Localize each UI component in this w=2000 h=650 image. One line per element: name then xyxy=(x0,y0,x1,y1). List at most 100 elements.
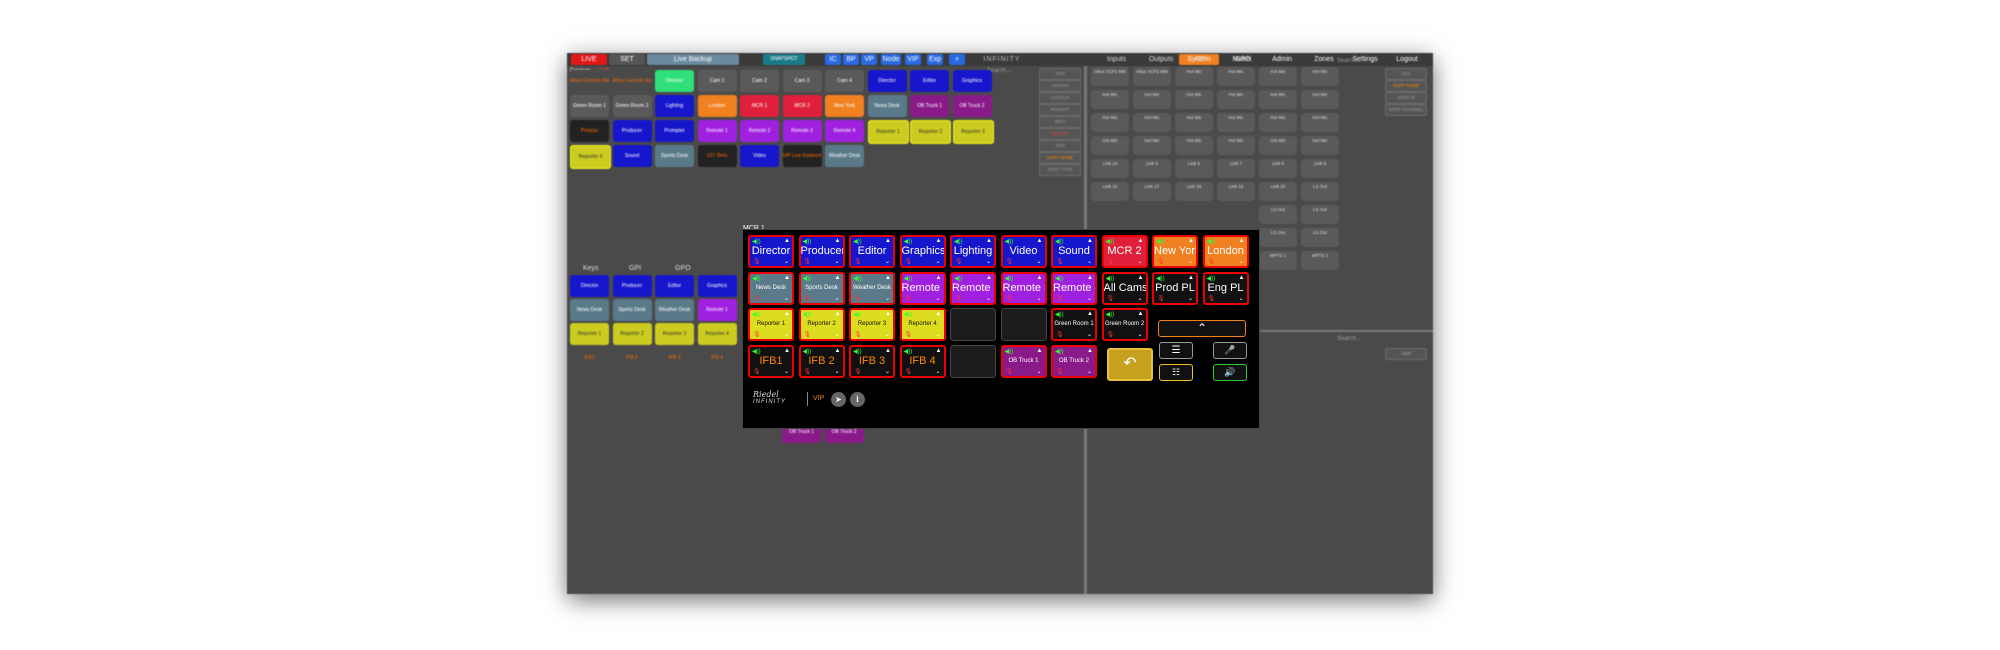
key-button[interactable]: IFB 4 xyxy=(697,347,737,369)
device-button[interactable]: OB Truck 1 xyxy=(910,95,949,117)
filter-button-2[interactable]: VP xyxy=(861,54,877,65)
device-button[interactable]: Green Room 1 xyxy=(570,95,609,117)
port-cell[interactable]: Hot Mic xyxy=(1259,67,1297,86)
panel-key[interactable]: ◀)) ▲ 🎙 ⌄ IFB1 xyxy=(748,344,794,378)
info-button[interactable]: i xyxy=(850,392,865,407)
device-button[interactable]: Remote 4 xyxy=(825,120,864,142)
settings-button[interactable]: ☷ xyxy=(1159,364,1193,381)
port-cell[interactable]: Hot Mic xyxy=(1217,136,1255,155)
empty-key[interactable] xyxy=(950,308,996,341)
device-button[interactable]: Weather Desk xyxy=(825,145,864,167)
port-cell[interactable]: Link 18 xyxy=(1175,182,1213,201)
panel-key[interactable]: ◀)) ▲ 🎙 ⌄ IFB 2 xyxy=(798,344,845,378)
port-cell[interactable]: Hot Mic xyxy=(1091,90,1129,109)
ports-side-button[interactable]: SORT CHANNEL xyxy=(1385,104,1427,116)
device-button[interactable]: Cam 2 xyxy=(740,70,779,92)
panel-key[interactable]: ◀)) ▲ 🎙 ⌄ Editor xyxy=(849,235,895,268)
panel-key[interactable]: ◀)) ▲ 🎙 ⌄ IFB 3 xyxy=(849,344,895,378)
device-button[interactable]: Altus Console Surface xyxy=(612,70,652,92)
ports-tab-outputs[interactable]: Outputs xyxy=(1149,56,1174,63)
port-cell[interactable]: Hot Mic xyxy=(1091,113,1129,132)
back-button[interactable]: ↶ xyxy=(1107,348,1153,381)
key-button[interactable]: Remote 1 xyxy=(697,299,737,321)
port-cell[interactable]: MPTS 1 xyxy=(1259,251,1297,270)
device-button[interactable]: Remote 2 xyxy=(740,120,779,142)
panel-key[interactable]: ◀)) ▲ 🎙 ⌄ Eng PL xyxy=(1202,271,1249,305)
key-button[interactable]: IFB 2 xyxy=(612,347,652,369)
menu-button[interactable]: ☰ xyxy=(1159,342,1193,359)
device-button[interactable]: Reporter 2 xyxy=(910,120,951,144)
port-cell[interactable]: Hot Mic xyxy=(1259,90,1297,109)
port-cell[interactable]: Hot Mic xyxy=(1301,113,1339,132)
key-button[interactable]: IFB 3 xyxy=(655,347,694,369)
port-cell[interactable]: Hot Mic xyxy=(1091,136,1129,155)
key-button[interactable]: Producer xyxy=(612,275,652,297)
filter-button-1[interactable]: BP xyxy=(843,54,859,65)
port-cell[interactable]: Link 8 xyxy=(1259,159,1297,178)
device-side-button[interactable]: INFO xyxy=(1039,116,1081,128)
device-button[interactable]: Sound xyxy=(612,145,652,167)
key-button[interactable]: Reporter 4 xyxy=(697,323,737,345)
port-cell[interactable]: Hot Mic xyxy=(1301,90,1339,109)
device-side-button[interactable]: REBOOT xyxy=(1039,104,1081,116)
device-button[interactable]: Remote 3 xyxy=(782,120,822,142)
panel-key[interactable]: ◀)) ▲ 🎙 ⌄ IFB 4 xyxy=(899,344,946,378)
ports-side-button[interactable]: SORT NAME xyxy=(1385,80,1427,92)
device-side-button[interactable]: ADD xyxy=(1039,140,1081,152)
panel-key[interactable]: ◀)) ▲ 🎙 ⌄ Remote 2 xyxy=(950,271,996,305)
panel-key[interactable]: ◀)) ▲ 🎙 ⌄ Graphics xyxy=(899,235,946,268)
key-button[interactable]: Reporter 2 xyxy=(612,323,652,345)
device-side-button[interactable]: LOGOUT xyxy=(1039,92,1081,104)
device-side-button[interactable]: SORT NAME xyxy=(1039,152,1081,164)
device-button[interactable]: Sports Desk xyxy=(655,145,694,167)
panel-key[interactable]: ◀)) ▲ 🎙 ⌄ Green Room 1 xyxy=(1051,308,1097,341)
port-cell[interactable]: LS Out xyxy=(1301,182,1339,201)
port-cell[interactable]: Link 7 xyxy=(1217,159,1255,178)
scroll-up-button[interactable]: ⌃ xyxy=(1158,320,1246,337)
key-button[interactable]: Graphics xyxy=(697,275,737,297)
device-side-button[interactable]: ADD xyxy=(1039,68,1081,80)
port-cell[interactable]: Hot Mic xyxy=(1175,136,1213,155)
panel-key[interactable]: ◀)) ▲ 🎙 ⌄ Sports Desk xyxy=(798,271,845,305)
port-cell[interactable]: Link 17 xyxy=(1133,182,1171,201)
key-button[interactable]: Reporter 1 xyxy=(570,323,609,345)
port-cell[interactable]: LS Out xyxy=(1301,205,1339,224)
panel-key[interactable]: ◀)) ▲ 🎙 ⌄ OB Truck 2 xyxy=(1051,344,1097,378)
port-cell[interactable]: Altus VCP1 MM xyxy=(1091,67,1129,86)
filter-button-3[interactable]: Node xyxy=(881,54,901,65)
device-button[interactable]: Remote 1 xyxy=(697,120,737,142)
device-button[interactable]: Cam 3 xyxy=(782,70,822,92)
device-button[interactable]: London xyxy=(697,95,737,117)
device-button[interactable]: News Desk xyxy=(867,95,907,117)
panel-key[interactable]: ◀)) ▲ 🎙 ⌄ Weather Desk xyxy=(849,271,895,305)
key-button[interactable]: Weather Desk xyxy=(655,299,694,321)
ports-search-input[interactable]: Search... xyxy=(1337,58,1361,64)
key-button[interactable]: Director xyxy=(570,275,609,297)
device-button[interactable]: Producer xyxy=(612,120,652,142)
panel-key[interactable]: ◀)) ▲ 🎙 ⌄ OB Truck 1 xyxy=(1000,344,1047,378)
device-button[interactable]: Green Room 2 xyxy=(612,95,652,117)
device-side-button[interactable]: SORT TYPE xyxy=(1039,164,1081,176)
backup-select[interactable]: Live Backup xyxy=(647,54,739,65)
panel-key[interactable]: ◀)) ▲ 🎙 ⌄ Producer xyxy=(798,235,845,268)
panel-key[interactable]: ◀)) ▲ 🎙 ⌄ Reporter 4 xyxy=(899,308,946,341)
panel-key[interactable]: ◀)) ▲ 🎙 ⌄ London xyxy=(1202,235,1249,268)
panel-key[interactable]: ◀)) ▲ 🎙 ⌄ Reporter 3 xyxy=(849,308,895,341)
set-button[interactable]: SET xyxy=(609,54,645,65)
device-button[interactable]: Cam 1 xyxy=(697,70,737,92)
device-button[interactable]: Reporter 1 xyxy=(867,120,909,144)
ports-tab-gpi[interactable]: GPI xyxy=(1195,56,1207,63)
ports-lower-add-button[interactable]: ADD xyxy=(1385,348,1427,360)
pointer-button[interactable]: ➤ xyxy=(831,392,846,407)
speaker-button[interactable]: 🔊 xyxy=(1213,364,1247,381)
port-cell[interactable]: Hot Mic xyxy=(1301,67,1339,86)
filter-button-4[interactable]: VIP xyxy=(905,54,921,65)
device-button[interactable]: Director xyxy=(867,70,907,92)
port-cell[interactable]: Link 19 xyxy=(1217,182,1255,201)
port-cell[interactable]: Hot Mic xyxy=(1259,113,1297,132)
port-cell[interactable]: Hot Mic xyxy=(1133,113,1171,132)
ports-side-button[interactable]: ADD xyxy=(1385,68,1427,80)
device-button[interactable]: Prompter xyxy=(655,120,694,142)
panel-key[interactable]: ◀)) ▲ 🎙 ⌄ Sound xyxy=(1051,235,1097,268)
ports-tab-gpo[interactable]: GPO xyxy=(1235,56,1251,63)
